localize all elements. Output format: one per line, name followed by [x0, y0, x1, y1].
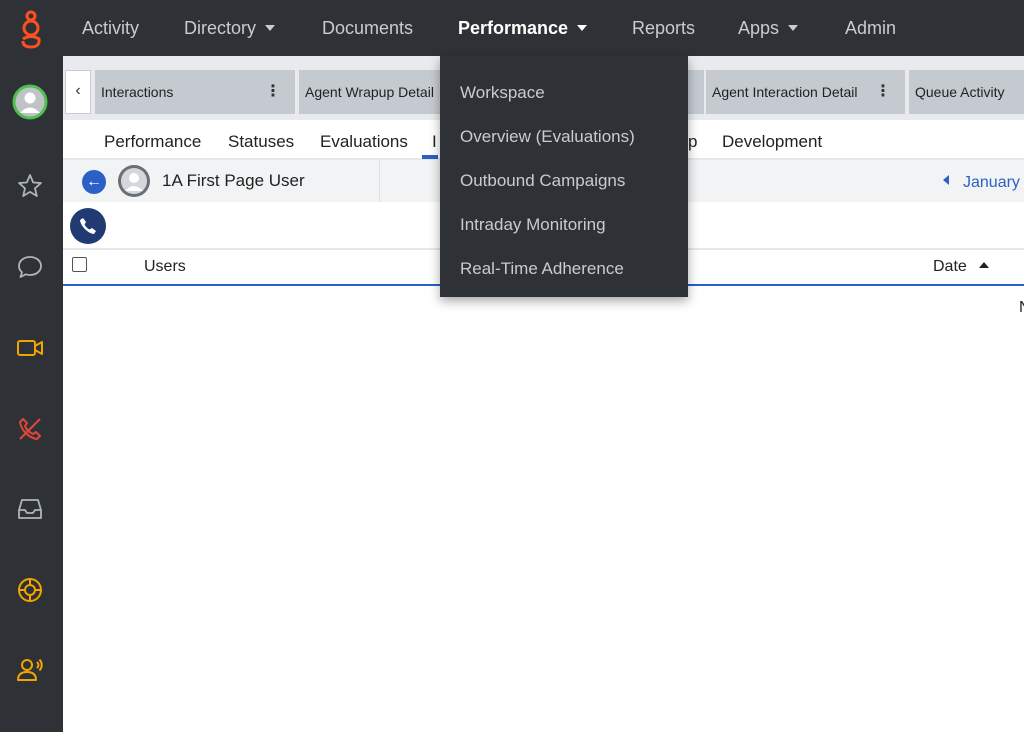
agent-speaking-icon[interactable]	[16, 656, 44, 684]
tab-queue-activity[interactable]: Queue Activity	[909, 70, 1024, 114]
video-camera-icon[interactable]	[16, 334, 44, 362]
column-date[interactable]: Date	[933, 258, 989, 276]
nav-directory-label: Directory	[184, 18, 256, 38]
nav-apps[interactable]: Apps	[738, 16, 798, 40]
performance-dropdown-menu: Workspace Overview (Evaluations) Outboun…	[440, 56, 688, 297]
subtab-statuses[interactable]: Statuses	[228, 132, 294, 152]
phone-icon	[70, 208, 106, 244]
truncated-text: N	[1019, 299, 1024, 317]
user-name: 1A First Page User	[162, 171, 305, 191]
tab-interactions[interactable]: Interactions ⋮	[95, 70, 295, 114]
user-avatar-icon[interactable]	[12, 84, 48, 120]
phone-off-icon[interactable]	[16, 415, 44, 443]
tab-scroll-left-button[interactable]: ‹	[65, 70, 91, 114]
column-users[interactable]: Users	[144, 258, 186, 276]
nav-documents[interactable]: Documents	[322, 16, 413, 40]
more-options-icon[interactable]: ⋮	[265, 70, 281, 114]
more-options-icon[interactable]: ⋮	[875, 70, 891, 114]
nav-activity-label: Activity	[82, 18, 139, 38]
nav-admin[interactable]: Admin	[845, 16, 896, 40]
chat-bubble-icon[interactable]	[16, 253, 44, 281]
subtab-interactions[interactable]: I	[432, 132, 437, 152]
date-range-nav[interactable]: January	[943, 174, 1020, 192]
subtab-evaluations[interactable]: Evaluations	[320, 132, 408, 152]
subtab-partial[interactable]: p	[688, 132, 697, 152]
top-navigation-bar: Activity Directory Documents Performance…	[0, 0, 1024, 56]
chevron-down-icon	[577, 25, 587, 31]
avatar	[118, 165, 150, 197]
select-all-checkbox[interactable]	[72, 257, 87, 272]
genesys-logo-icon[interactable]	[14, 10, 48, 50]
arrow-left-icon[interactable]: ←	[82, 170, 106, 194]
nav-performance[interactable]: Performance	[458, 16, 587, 40]
nav-activity[interactable]: Activity	[82, 16, 139, 40]
divider	[379, 160, 380, 202]
date-label: January	[963, 174, 1020, 191]
subtab-development[interactable]: Development	[722, 132, 822, 152]
inbox-tray-icon[interactable]	[16, 495, 44, 523]
tab-queue-activity-label: Queue Activity	[915, 70, 1024, 114]
tab-agent-interaction-detail[interactable]: Agent Interaction Detail ⋮	[706, 70, 905, 114]
tab-hidden[interactable]	[688, 70, 704, 114]
nav-directory[interactable]: Directory	[184, 16, 275, 40]
menu-item-outbound-campaigns[interactable]: Outbound Campaigns	[460, 171, 625, 191]
chevron-down-icon	[265, 25, 275, 31]
tab-agent-interaction-detail-label: Agent Interaction Detail	[712, 70, 864, 114]
left-sidebar	[0, 56, 63, 732]
tab-interactions-label: Interactions	[101, 70, 261, 114]
tab-agent-wrapup-detail[interactable]: Agent Wrapup Detail	[299, 70, 441, 114]
chevron-down-icon	[788, 25, 798, 31]
column-date-label: Date	[933, 258, 967, 275]
nav-apps-label: Apps	[738, 18, 779, 38]
sort-ascending-icon	[979, 262, 989, 268]
menu-item-real-time-adherence[interactable]: Real-Time Adherence	[460, 259, 624, 279]
lifebuoy-icon[interactable]	[16, 576, 44, 604]
active-subtab-indicator	[422, 155, 438, 159]
tab-agent-wrapup-detail-label: Agent Wrapup Detail	[305, 70, 441, 114]
menu-item-overview-evaluations[interactable]: Overview (Evaluations)	[460, 127, 635, 147]
subtab-performance[interactable]: Performance	[104, 132, 201, 152]
nav-reports-label: Reports	[632, 18, 695, 38]
menu-item-intraday-monitoring[interactable]: Intraday Monitoring	[460, 215, 606, 235]
nav-performance-label: Performance	[458, 18, 568, 38]
nav-reports[interactable]: Reports	[632, 16, 695, 40]
chevron-left-icon[interactable]	[943, 175, 949, 185]
nav-documents-label: Documents	[322, 18, 413, 38]
nav-admin-label: Admin	[845, 18, 896, 38]
menu-item-workspace[interactable]: Workspace	[460, 83, 545, 103]
phone-call-button[interactable]	[70, 208, 106, 244]
star-icon[interactable]	[16, 172, 44, 200]
